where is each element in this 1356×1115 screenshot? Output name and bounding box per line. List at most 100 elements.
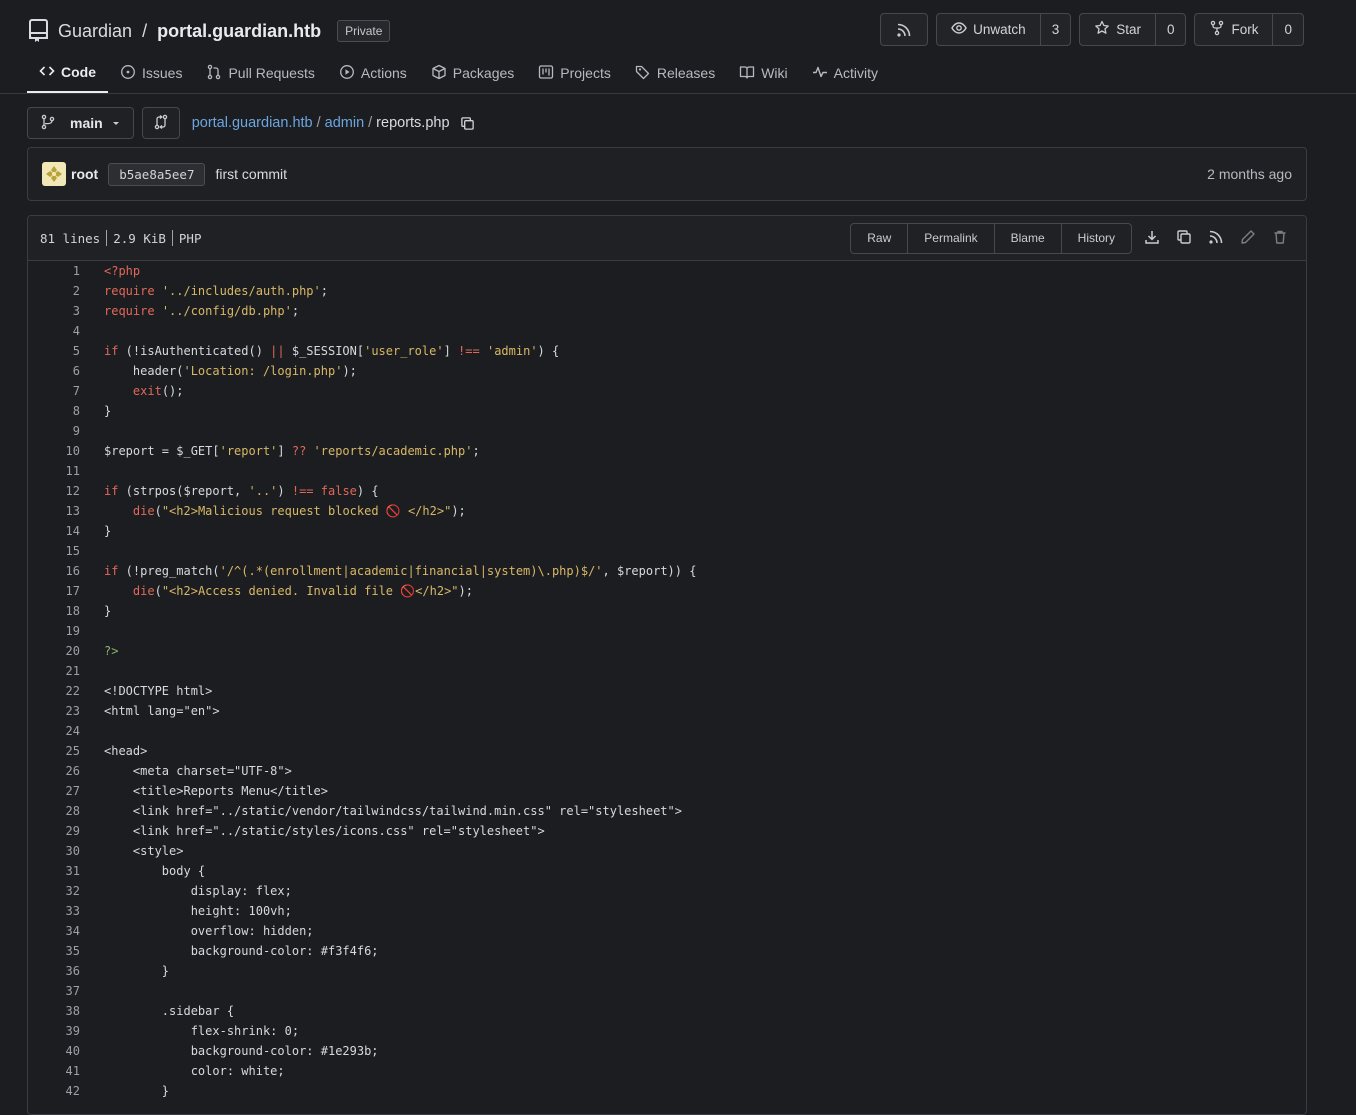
forks-count[interactable]: 0 <box>1272 14 1303 45</box>
line-number[interactable]: 37 <box>28 981 84 1001</box>
edit-icon[interactable] <box>1240 229 1256 248</box>
commit-message[interactable]: first commit <box>215 166 287 182</box>
tab-issues[interactable]: Issues <box>108 53 194 93</box>
download-icon[interactable] <box>1144 229 1160 248</box>
fork-button[interactable]: Fork 0 <box>1194 13 1304 46</box>
compare-button[interactable] <box>141 107 180 139</box>
avatar[interactable] <box>42 162 66 186</box>
tab-packages[interactable]: Packages <box>419 53 526 93</box>
rss-icon[interactable] <box>1208 229 1224 248</box>
latest-commit: root b5ae8a5ee7 first commit 2 months ag… <box>27 147 1307 201</box>
line-number[interactable]: 18 <box>28 601 84 621</box>
line-number[interactable]: 25 <box>28 741 84 761</box>
blame-button[interactable]: Blame <box>993 223 1061 253</box>
line-number[interactable]: 38 <box>28 1001 84 1021</box>
breadcrumb-dir-link[interactable]: admin <box>325 115 365 131</box>
line-content: background-color: #1e293b; <box>104 1044 379 1058</box>
repo-name-link[interactable]: portal.guardian.htb <box>157 21 321 42</box>
copy-path-icon[interactable] <box>460 116 475 131</box>
branch-selector[interactable]: main <box>27 107 134 139</box>
tab-wiki[interactable]: Wiki <box>727 53 799 93</box>
line-number[interactable]: 29 <box>28 821 84 841</box>
permalink-button[interactable]: Permalink <box>907 223 993 253</box>
line-content <box>84 721 104 741</box>
tab-projects[interactable]: Projects <box>526 53 623 93</box>
line-number[interactable]: 9 <box>28 421 84 441</box>
star-label: Star <box>1116 22 1141 37</box>
code-line: 10 $report = $_GET['report'] ?? 'reports/… <box>28 441 1306 461</box>
commit-sha[interactable]: b5ae8a5ee7 <box>108 162 206 186</box>
line-number[interactable]: 12 <box>28 481 84 501</box>
line-number[interactable]: 7 <box>28 381 84 401</box>
tab-code[interactable]: Code <box>27 53 108 93</box>
unwatch-button[interactable]: Unwatch 3 <box>936 13 1072 46</box>
line-number[interactable]: 1 <box>28 261 84 281</box>
line-content: <title>Reports Menu</title> <box>104 784 328 798</box>
line-number[interactable]: 14 <box>28 521 84 541</box>
line-number[interactable]: 10 <box>28 441 84 461</box>
book-icon <box>739 64 755 83</box>
line-number[interactable]: 8 <box>28 401 84 421</box>
code-line: 11 <box>28 461 1306 481</box>
line-number[interactable]: 32 <box>28 881 84 901</box>
line-content <box>84 461 104 481</box>
divider <box>171 230 173 246</box>
repo-header: Guardian / portal.guardian.htb Private U… <box>0 0 1356 94</box>
line-number[interactable]: 6 <box>28 361 84 381</box>
line-content: exit(); <box>132 384 184 398</box>
line-number[interactable]: 30 <box>28 841 84 861</box>
code-line: 39 flex-shrink: 0; <box>28 1021 1306 1041</box>
repo-owner-link[interactable]: Guardian <box>58 21 132 42</box>
line-number[interactable]: 11 <box>28 461 84 481</box>
tab-actions[interactable]: Actions <box>327 53 419 93</box>
copy-icon[interactable] <box>1176 229 1192 248</box>
file-header: 81 lines 2.9 KiB PHP Raw Permalink Blame… <box>28 216 1306 261</box>
delete-icon[interactable] <box>1272 229 1288 248</box>
line-number[interactable]: 16 <box>28 561 84 581</box>
line-content: height: 100vh; <box>104 904 292 918</box>
history-button[interactable]: History <box>1060 223 1131 253</box>
rss-feed-button[interactable] <box>880 13 929 46</box>
line-number[interactable]: 36 <box>28 961 84 981</box>
breadcrumb-repo-link[interactable]: portal.guardian.htb <box>192 115 313 131</box>
line-content: <?php <box>104 264 141 278</box>
tab-releases[interactable]: Releases <box>623 53 727 93</box>
line-number[interactable]: 34 <box>28 921 84 941</box>
line-number[interactable]: 27 <box>28 781 84 801</box>
line-number[interactable]: 31 <box>28 861 84 881</box>
line-number[interactable]: 41 <box>28 1061 84 1081</box>
line-number[interactable]: 35 <box>28 941 84 961</box>
line-number[interactable]: 15 <box>28 541 84 561</box>
tab-activity[interactable]: Activity <box>800 53 890 93</box>
line-number[interactable]: 2 <box>28 281 84 301</box>
repo-icon <box>28 19 50 43</box>
line-number[interactable]: 40 <box>28 1041 84 1061</box>
stars-count[interactable]: 0 <box>1154 14 1186 45</box>
line-number[interactable]: 26 <box>28 761 84 781</box>
commit-time: 2 months ago <box>1207 166 1292 182</box>
commit-author[interactable]: root <box>71 166 98 182</box>
line-number[interactable]: 21 <box>28 661 84 681</box>
line-number[interactable]: 4 <box>28 321 84 341</box>
line-number[interactable]: 19 <box>28 621 84 641</box>
watchers-count[interactable]: 3 <box>1039 14 1071 45</box>
line-number[interactable]: 13 <box>28 501 84 521</box>
line-content: } <box>104 964 170 978</box>
line-number[interactable]: 33 <box>28 901 84 921</box>
package-icon <box>431 64 447 83</box>
line-number[interactable]: 3 <box>28 301 84 321</box>
line-number[interactable]: 24 <box>28 721 84 741</box>
line-number[interactable]: 28 <box>28 801 84 821</box>
line-number[interactable]: 39 <box>28 1021 84 1041</box>
raw-button[interactable]: Raw <box>851 224 907 253</box>
line-number[interactable]: 22 <box>28 681 84 701</box>
line-number[interactable]: 5 <box>28 341 84 361</box>
line-number[interactable]: 23 <box>28 701 84 721</box>
tab-label: Pull Requests <box>228 65 315 81</box>
tab-pull-requests[interactable]: Pull Requests <box>194 53 326 93</box>
star-button[interactable]: Star 0 <box>1079 13 1187 46</box>
line-number[interactable]: 20 <box>28 641 84 661</box>
line-number[interactable]: 42 <box>28 1081 84 1101</box>
line-number[interactable]: 17 <box>28 581 84 601</box>
caret-down-icon <box>111 115 121 131</box>
